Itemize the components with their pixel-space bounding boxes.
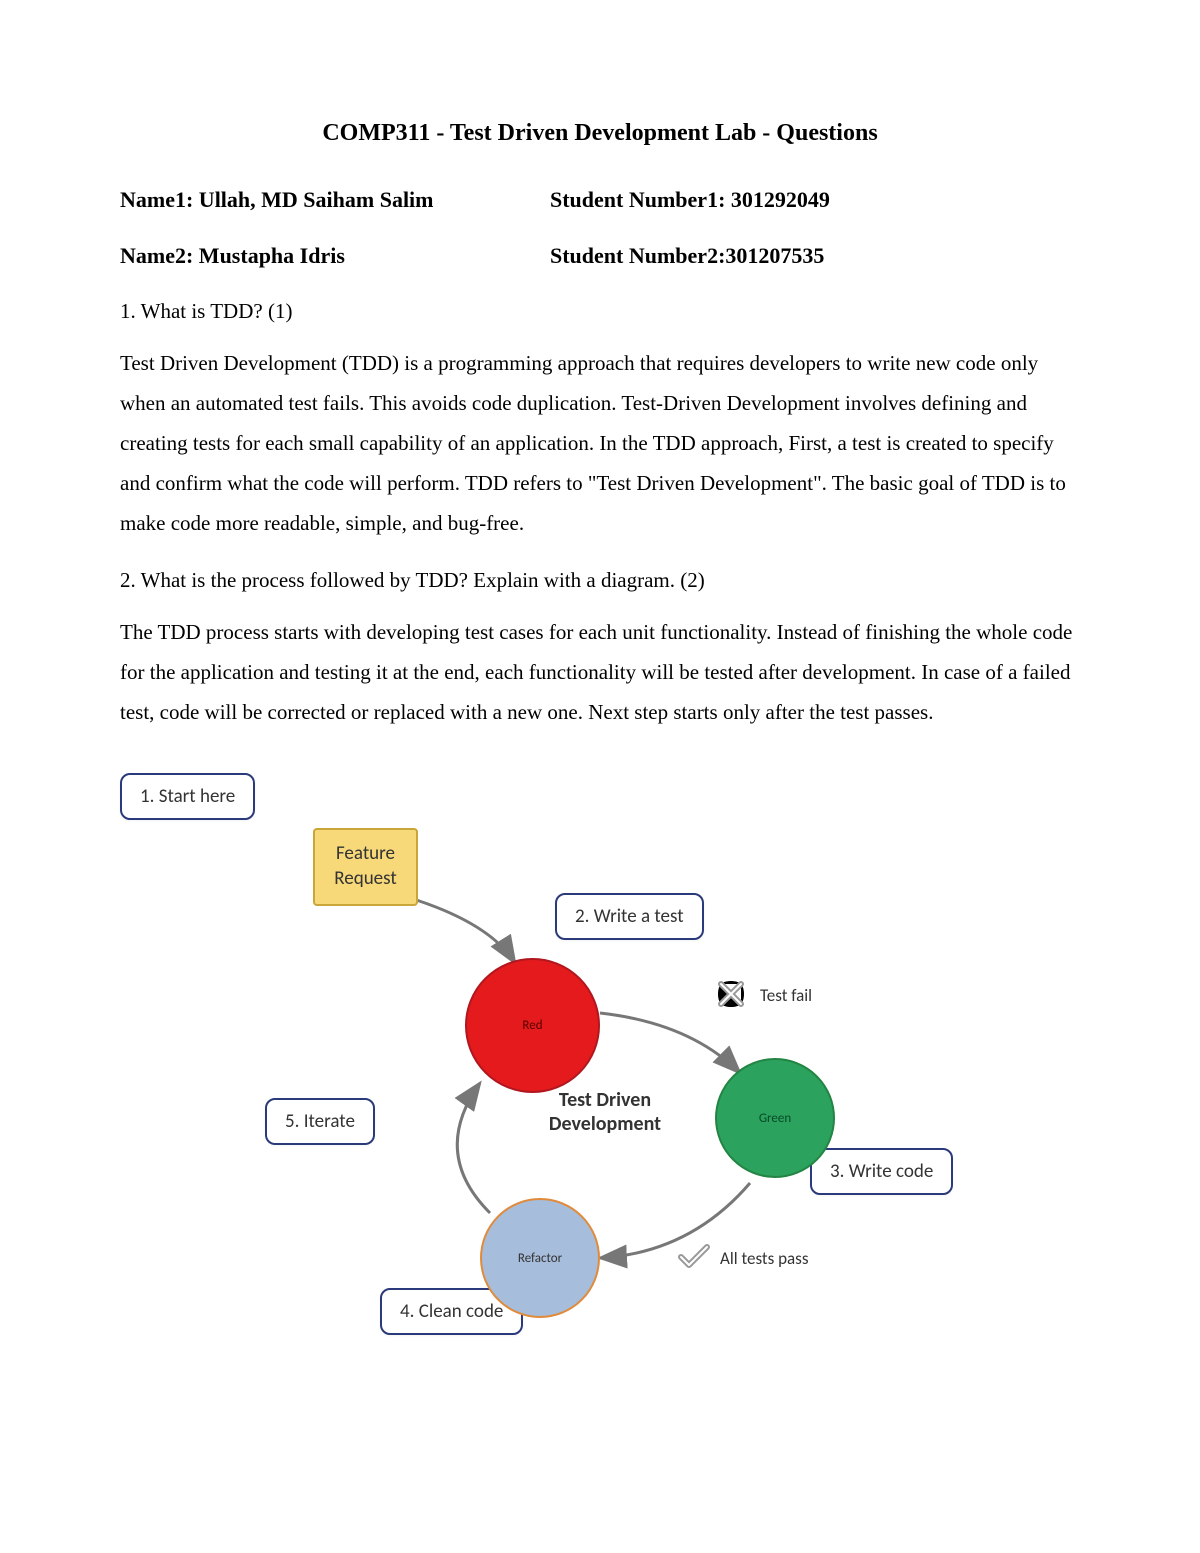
student2-name: Name2: Mustapha Idris (120, 243, 550, 269)
test-fail-label: Test fail (760, 985, 812, 1006)
step3-box: 3. Write code (810, 1148, 953, 1195)
student1-name: Name1: Ullah, MD Saiham Salim (120, 187, 550, 213)
student2-number: Student Number2:301207535 (550, 243, 1080, 269)
tdd-diagram: 1. Start here Feature Request 2. Write a… (120, 763, 990, 1333)
step5-box: 5. Iterate (265, 1098, 375, 1145)
red-circle: Red (465, 958, 600, 1093)
all-pass-label: All tests pass (720, 1248, 808, 1269)
question-2: 2. What is the process followed by TDD? … (120, 568, 1080, 593)
refactor-label: Refactor (518, 1251, 562, 1266)
answer-2: The TDD process starts with developing t… (120, 613, 1080, 733)
document-title: COMP311 - Test Driven Development Lab - … (120, 120, 1080, 147)
answer-1: Test Driven Development (TDD) is a progr… (120, 344, 1080, 543)
step1-box: 1. Start here (120, 773, 255, 820)
step2-box: 2. Write a test (555, 893, 704, 940)
cycle-center-label: Test Driven Development (520, 1088, 690, 1136)
question-1: 1. What is TDD? (1) (120, 299, 1080, 324)
student-row-2: Name2: Mustapha Idris Student Number2:30… (120, 243, 1080, 269)
student-row-1: Name1: Ullah, MD Saiham Salim Student Nu… (120, 187, 1080, 213)
check-icon (677, 1243, 711, 1271)
green-label: Green (759, 1111, 791, 1126)
refactor-circle: Refactor (480, 1198, 600, 1318)
feature-request-label: Feature Request (334, 842, 396, 890)
center-line1: Test Driven (520, 1088, 690, 1112)
red-label: Red (522, 1018, 542, 1033)
student1-number: Student Number1: 301292049 (550, 187, 1080, 213)
center-line2: Development (520, 1112, 690, 1136)
x-icon (715, 978, 747, 1010)
feature-request-box: Feature Request (313, 828, 418, 905)
green-circle: Green (715, 1058, 835, 1178)
